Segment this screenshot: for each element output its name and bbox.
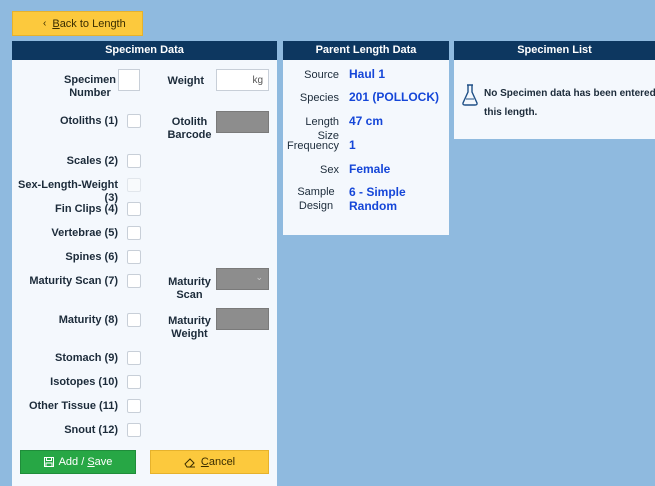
snout-checkbox[interactable] <box>127 423 141 437</box>
length-size-value: 47 cm <box>349 114 384 128</box>
spines-checkbox[interactable] <box>127 250 141 264</box>
other-tissue-label: Other Tissue (11) <box>28 400 118 412</box>
back-label: ack to Length <box>59 17 126 30</box>
fin-clips-label: Fin Clips (4) <box>55 203 118 215</box>
save-icon <box>43 457 54 467</box>
fin-clips-checkbox[interactable] <box>127 202 141 216</box>
otolith-barcode-input[interactable] <box>216 111 269 133</box>
frequency-value: 1 <box>349 138 356 152</box>
chevron-left-icon: ‹ <box>43 18 47 29</box>
maturity-scan-select[interactable]: ⌄ <box>216 268 269 290</box>
add-save-mnemonic: S <box>87 456 95 468</box>
cancel-mnemonic: C <box>200 456 209 468</box>
add-save-prefix: Add / <box>58 456 88 468</box>
maturity-weight-input[interactable] <box>216 308 269 330</box>
snout-label: Snout (12) <box>64 424 118 436</box>
source-label: Source <box>304 69 339 81</box>
maturity-scan-label: Maturity Scan <box>168 276 211 301</box>
otoliths-label: Otoliths (1) <box>59 115 118 127</box>
sample-design-label: Sample Design <box>297 186 335 212</box>
sex-value: Female <box>349 162 391 176</box>
maturity-label: Maturity (8) <box>58 314 118 326</box>
add-save-button[interactable]: Add / Save <box>20 450 136 474</box>
sex-label: Sex <box>320 164 339 176</box>
back-to-length-button[interactable]: ‹ Back to Length <box>12 11 143 36</box>
isotopes-checkbox[interactable] <box>127 375 141 389</box>
maturity-checkbox[interactable] <box>127 313 141 327</box>
empty-list-message: No Specimen data has been entered for th… <box>484 88 655 118</box>
species-value: 201 (POLLOCK) <box>349 90 440 104</box>
sex-length-weight-checkbox[interactable] <box>127 178 141 192</box>
vertebrae-checkbox[interactable] <box>127 226 141 240</box>
back-label-mnemonic: B <box>52 17 60 30</box>
specimen-data-title: Specimen Data <box>12 41 277 60</box>
species-label: Species <box>299 92 339 104</box>
weight-unit: kg <box>252 75 263 86</box>
other-tissue-checkbox[interactable] <box>127 399 141 413</box>
specimen-number-label: Specimen Number <box>64 74 116 99</box>
specimen-data-panel: Specimen Data Specimen Number Weight kg … <box>12 41 277 486</box>
weight-input[interactable]: kg <box>216 69 269 91</box>
parent-length-title: Parent Length Data <box>283 41 449 60</box>
cancel-label: ancel <box>208 456 236 468</box>
spines-label: Spines (6) <box>65 251 118 263</box>
otolith-barcode-label: Otolith Barcode <box>167 116 212 141</box>
maturity-scan-checkbox[interactable] <box>127 274 141 288</box>
source-value: Haul 1 <box>349 67 386 81</box>
maturity-scan-check-label: Maturity Scan (7) <box>29 275 118 287</box>
scales-label: Scales (2) <box>66 155 118 167</box>
eraser-icon <box>184 457 195 467</box>
stomach-label: Stomach (9) <box>55 352 118 364</box>
flask-icon <box>462 84 478 106</box>
isotopes-label: Isotopes (10) <box>50 376 118 388</box>
specimen-list-panel: Specimen List No Specimen data has been … <box>454 41 655 139</box>
add-save-label: ave <box>94 456 113 468</box>
weight-label: Weight <box>167 75 204 87</box>
otoliths-checkbox[interactable] <box>127 114 141 128</box>
sample-design-value: 6 - Simple Random <box>349 185 406 213</box>
frequency-label: Frequency <box>287 140 339 152</box>
stomach-checkbox[interactable] <box>127 351 141 365</box>
specimen-number-input[interactable] <box>118 69 140 91</box>
chevron-down-icon: ⌄ <box>255 272 263 282</box>
scales-checkbox[interactable] <box>127 154 141 168</box>
parent-length-panel: Parent Length Data Source Haul 1 Species… <box>283 41 449 235</box>
sex-length-weight-label: Sex-Length-Weight (3) <box>17 179 118 204</box>
maturity-weight-label: Maturity Weight <box>168 315 211 340</box>
specimen-list-title: Specimen List <box>454 41 655 60</box>
vertebrae-label: Vertebrae (5) <box>51 227 118 239</box>
cancel-button[interactable]: Cancel <box>150 450 269 474</box>
